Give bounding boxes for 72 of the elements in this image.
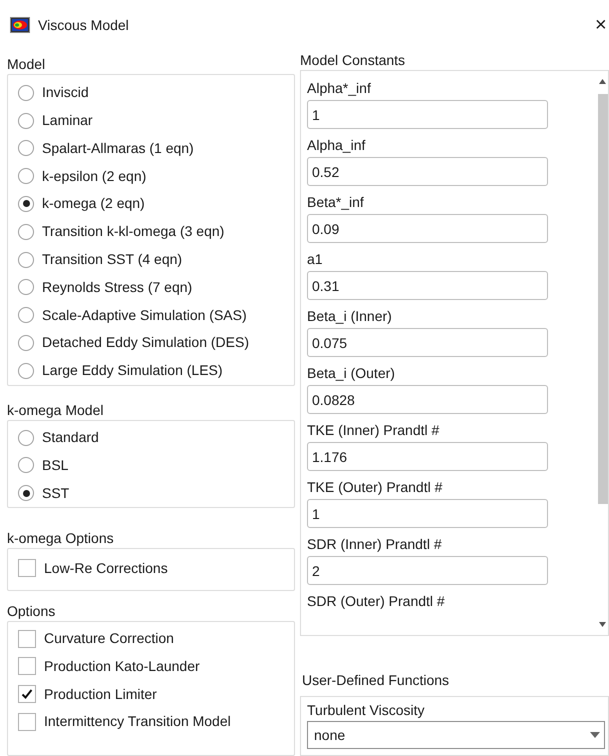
dropdown[interactable]: none bbox=[307, 721, 605, 749]
field-label: Beta_i (Outer) bbox=[307, 364, 396, 383]
option-label: Laminar bbox=[42, 111, 93, 130]
radio-button[interactable] bbox=[18, 224, 34, 240]
radio-button[interactable] bbox=[18, 168, 34, 184]
field-label: Beta_i (Inner) bbox=[307, 307, 393, 326]
radio-button[interactable] bbox=[18, 279, 34, 296]
value-field[interactable]: 0.52 bbox=[307, 157, 548, 186]
group-label: Options bbox=[7, 602, 56, 621]
option-label: Large Eddy Simulation (LES) bbox=[42, 361, 223, 380]
radio-button[interactable] bbox=[18, 140, 34, 156]
option-label: Production Kato-Launder bbox=[44, 656, 200, 676]
group-label: User-Defined Functions bbox=[301, 671, 450, 690]
value-field[interactable]: 1 bbox=[307, 100, 548, 129]
option-label: Spalart-Allmaras (1 eqn) bbox=[42, 138, 194, 158]
up-arrow-icon[interactable] bbox=[599, 79, 606, 84]
option-label: BSL bbox=[42, 456, 68, 475]
radio-button[interactable] bbox=[18, 334, 34, 351]
value-field[interactable]: 0.0828 bbox=[307, 385, 548, 414]
radio-button[interactable] bbox=[18, 457, 34, 474]
radio-button[interactable] bbox=[18, 485, 34, 502]
value-field[interactable]: 0.09 bbox=[307, 214, 548, 243]
option-label: k-epsilon (2 eqn) bbox=[42, 166, 146, 186]
radio-button[interactable] bbox=[18, 307, 34, 324]
close-button[interactable]: × bbox=[595, 15, 609, 35]
checkmark-icon bbox=[21, 688, 33, 700]
group-label: k-omega Options bbox=[7, 529, 115, 548]
checkbox[interactable] bbox=[18, 712, 36, 731]
field-label: TKE (Outer) Prandtl # bbox=[307, 478, 444, 497]
option-label: Intermittency Transition Model bbox=[44, 712, 231, 732]
checkbox[interactable] bbox=[18, 559, 36, 578]
group-label: Model bbox=[7, 54, 46, 74]
checkbox[interactable] bbox=[18, 685, 36, 704]
field-label: Alpha*_inf bbox=[307, 79, 372, 98]
option-label: Transition SST (4 eqn) bbox=[42, 250, 182, 270]
radio-button[interactable] bbox=[18, 362, 34, 379]
option-label: SST bbox=[42, 484, 70, 503]
radio-button[interactable] bbox=[18, 196, 34, 212]
option-label: Inviscid bbox=[42, 83, 89, 102]
radio-button[interactable] bbox=[18, 84, 34, 101]
field-label: SDR (Inner) Prandtl # bbox=[307, 535, 443, 554]
option-label: Standard bbox=[42, 428, 99, 448]
field-label: Alpha_inf bbox=[307, 136, 366, 155]
value-field[interactable]: 0.31 bbox=[307, 271, 548, 300]
group-label: k-omega Model bbox=[7, 400, 104, 420]
option-label: Detached Eddy Simulation (DES) bbox=[42, 333, 249, 352]
field-label: Beta*_inf bbox=[307, 193, 365, 212]
field-label: TKE (Inner) Prandtl # bbox=[307, 421, 440, 440]
option-label: Scale-Adaptive Simulation (SAS) bbox=[42, 306, 247, 325]
value-field[interactable]: 1.176 bbox=[307, 442, 548, 471]
down-arrow-icon[interactable] bbox=[599, 622, 606, 627]
option-label: Curvature Correction bbox=[44, 629, 174, 648]
app-logo-icon bbox=[10, 17, 30, 33]
option-label: Reynolds Stress (7 eqn) bbox=[42, 278, 192, 297]
option-label: k-omega (2 eqn) bbox=[42, 194, 145, 214]
checkbox[interactable] bbox=[18, 630, 36, 648]
radio-button[interactable] bbox=[18, 112, 34, 129]
radio-button[interactable] bbox=[18, 430, 34, 446]
radio-button[interactable] bbox=[18, 252, 34, 268]
group-label: Model Constants bbox=[300, 51, 406, 70]
value-field[interactable]: 2 bbox=[307, 556, 548, 585]
caret-icon bbox=[590, 732, 600, 738]
checkbox[interactable] bbox=[18, 657, 36, 676]
field-label: Turbulent Viscosity bbox=[307, 701, 426, 720]
value-field[interactable]: 0.075 bbox=[307, 328, 548, 357]
option-label: Transition k-kl-omega (3 eqn) bbox=[42, 222, 224, 242]
field-label: a1 bbox=[307, 250, 324, 269]
option-label: Low-Re Corrections bbox=[44, 558, 168, 578]
value-field[interactable]: 1 bbox=[307, 499, 548, 528]
option-label: Production Limiter bbox=[44, 684, 157, 704]
window-title: Viscous Model bbox=[38, 16, 129, 34]
field-label: SDR (Outer) Prandtl # bbox=[307, 592, 446, 611]
